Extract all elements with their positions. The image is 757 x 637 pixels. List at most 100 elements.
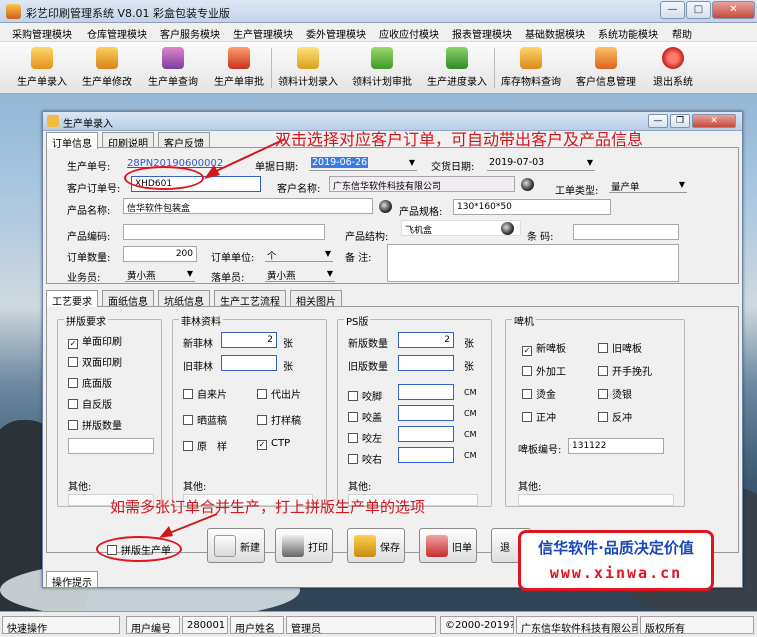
tab-order-info[interactable]: 订单信息	[46, 132, 98, 150]
cb-front-punch[interactable]: 正冲	[522, 409, 556, 424]
cb-back-punch[interactable]: 反冲	[598, 409, 632, 424]
unit-select[interactable]: 个 ▼	[265, 246, 333, 262]
menu-purchase[interactable]: 采购管理模块	[12, 26, 72, 41]
menu-production[interactable]: 生产管理模块	[233, 26, 293, 41]
tab-flute-paper[interactable]: 坑纸信息	[158, 290, 210, 308]
tab-print-notes[interactable]: 印刷说明	[102, 132, 154, 150]
new-film-input[interactable]: 2	[221, 332, 277, 348]
tb-production-approve[interactable]: 生产单审批	[209, 44, 269, 91]
user-no: 280001	[182, 616, 228, 634]
tb-stock-query[interactable]: 库存物料查询	[497, 44, 565, 91]
menu-customer[interactable]: 客户服务模块	[160, 26, 220, 41]
old-plate-input[interactable]	[398, 355, 454, 371]
tab-process-req[interactable]: 工艺要求	[46, 290, 98, 308]
imposition-qty-input[interactable]	[68, 438, 154, 454]
search-icon[interactable]	[521, 178, 534, 191]
delivery-picker[interactable]: 2019-07-03 ▼	[487, 155, 595, 171]
other-input[interactable]	[518, 494, 674, 506]
product-input[interactable]: 信华软件包装盒	[123, 198, 373, 214]
barcode-input[interactable]	[573, 224, 679, 240]
tb-production-edit[interactable]: 生产单修改	[77, 44, 137, 91]
menu-ar-ap[interactable]: 应收应付模块	[379, 26, 439, 41]
brand-slogan: 信华软件·品质决定价值	[538, 539, 694, 557]
tb-progress-entry[interactable]: 生产进度录入	[423, 44, 491, 91]
quick-op[interactable]: 快速操作	[2, 616, 120, 634]
save-button[interactable]: 保存	[347, 528, 405, 563]
tb-production-query[interactable]: 生产单查询	[143, 44, 203, 91]
menu-report[interactable]: 报表管理模块	[452, 26, 512, 41]
menu-basic-data[interactable]: 基础数据模块	[525, 26, 585, 41]
clerk-select[interactable]: 黄小燕 ▼	[265, 266, 335, 282]
grip-cover-input[interactable]	[398, 405, 454, 421]
grip-foot-input[interactable]	[398, 384, 454, 400]
cb-ctp[interactable]: ✓ CTP	[257, 438, 290, 450]
edit-box-icon	[96, 47, 118, 69]
cb-blueprint[interactable]: 晒蓝稿	[183, 412, 227, 427]
cb-grip-foot[interactable]: 咬脚	[348, 388, 382, 403]
restore-icon[interactable]: ❐	[670, 114, 690, 128]
material-approve-icon	[371, 47, 393, 69]
approve-icon	[228, 47, 250, 69]
print-button[interactable]: 打印	[275, 528, 333, 563]
tb-production-entry[interactable]: 生产单录入	[12, 44, 72, 91]
tb-material-plan-entry[interactable]: 领料计划录入	[274, 44, 342, 91]
menu-warehouse[interactable]: 仓库管理模块	[87, 26, 147, 41]
cb-new-die[interactable]: ✓ 新啤板	[522, 340, 566, 356]
cb-outsourcing[interactable]: 外加工	[522, 363, 566, 378]
minimize-icon[interactable]: —	[660, 1, 685, 19]
cb-grip-right[interactable]: 咬右	[348, 451, 382, 466]
old-order-button[interactable]: 旧单	[419, 528, 477, 563]
user-name: 管理员	[286, 616, 436, 634]
chevron-down-icon: ▼	[186, 269, 193, 278]
search-icon[interactable]	[379, 200, 392, 213]
user-no-label: 用户编号	[126, 616, 180, 634]
cb-bottom-plate[interactable]: 底面版	[68, 375, 112, 390]
tab-operation-tips[interactable]: 操作提示	[46, 571, 98, 589]
chevron-down-icon: ▼	[326, 269, 333, 278]
date-picker[interactable]: 2019-06-26 ▼	[309, 155, 417, 171]
qty-input[interactable]: 200	[123, 246, 197, 262]
cb-old-die[interactable]: 旧啤板	[598, 340, 642, 355]
cb-grip-left[interactable]: 咬左	[348, 430, 382, 445]
box-icon	[31, 47, 53, 69]
tb-material-plan-approve[interactable]: 领料计划审批	[348, 44, 416, 91]
tb-customer-info[interactable]: 客户信息管理	[572, 44, 640, 91]
spec-input[interactable]: 130*160*50	[453, 199, 611, 215]
tab-process-flow[interactable]: 生产工艺流程	[214, 290, 286, 308]
tb-exit[interactable]: 退出系统	[645, 44, 701, 91]
cb-hot-gold[interactable]: 烫金	[522, 386, 556, 401]
tab-face-paper[interactable]: 面纸信息	[102, 290, 154, 308]
struct-label: 产品结构:	[345, 232, 389, 243]
search-icon[interactable]	[501, 222, 514, 235]
cb-single-side[interactable]: ✓ 单面印刷	[68, 333, 122, 349]
close-icon[interactable]: ✕	[712, 1, 755, 19]
old-film-input[interactable]	[221, 355, 277, 371]
grip-left-input[interactable]	[398, 426, 454, 442]
die-no-input[interactable]: 131122	[568, 438, 664, 454]
cb-grip-cover[interactable]: 咬盖	[348, 409, 382, 424]
remark-textarea[interactable]	[387, 244, 679, 282]
cust-name-input[interactable]: 广东信华软件科技有限公司	[329, 176, 515, 192]
cb-proof[interactable]: 打样稿	[257, 412, 301, 427]
cb-double-side[interactable]: 双面印刷	[68, 354, 122, 369]
grip-right-input[interactable]	[398, 447, 454, 463]
maximize-icon[interactable]: □	[686, 1, 711, 19]
minimize-icon[interactable]: —	[648, 114, 668, 128]
close-icon[interactable]: ✕	[692, 114, 736, 128]
cb-original-sample[interactable]: 原 样	[183, 438, 227, 453]
cb-self-reverse[interactable]: 自反版	[68, 396, 112, 411]
cb-self-film[interactable]: 自来片	[183, 386, 227, 401]
work-type-select[interactable]: 量产单 ▼	[609, 177, 687, 193]
tab-images[interactable]: 相关图片	[290, 290, 342, 308]
cb-imposition-qty[interactable]: 拼版数量	[68, 417, 122, 432]
annotation-top: 双击选择对应客户订单，可自动带出客户及产品信息	[275, 130, 644, 149]
cb-hot-silver[interactable]: 烫银	[598, 386, 632, 401]
menu-system[interactable]: 系统功能模块	[598, 26, 658, 41]
code-input[interactable]	[123, 224, 325, 240]
sales-select[interactable]: 黄小燕 ▼	[125, 266, 195, 282]
menu-help[interactable]: 帮助	[672, 26, 692, 41]
new-plate-input[interactable]: 2	[398, 332, 454, 348]
cb-outsource-film[interactable]: 代出片	[257, 386, 301, 401]
menu-outsource[interactable]: 委外管理模块	[306, 26, 366, 41]
cb-handle-hole[interactable]: 开手挽孔	[598, 363, 652, 378]
